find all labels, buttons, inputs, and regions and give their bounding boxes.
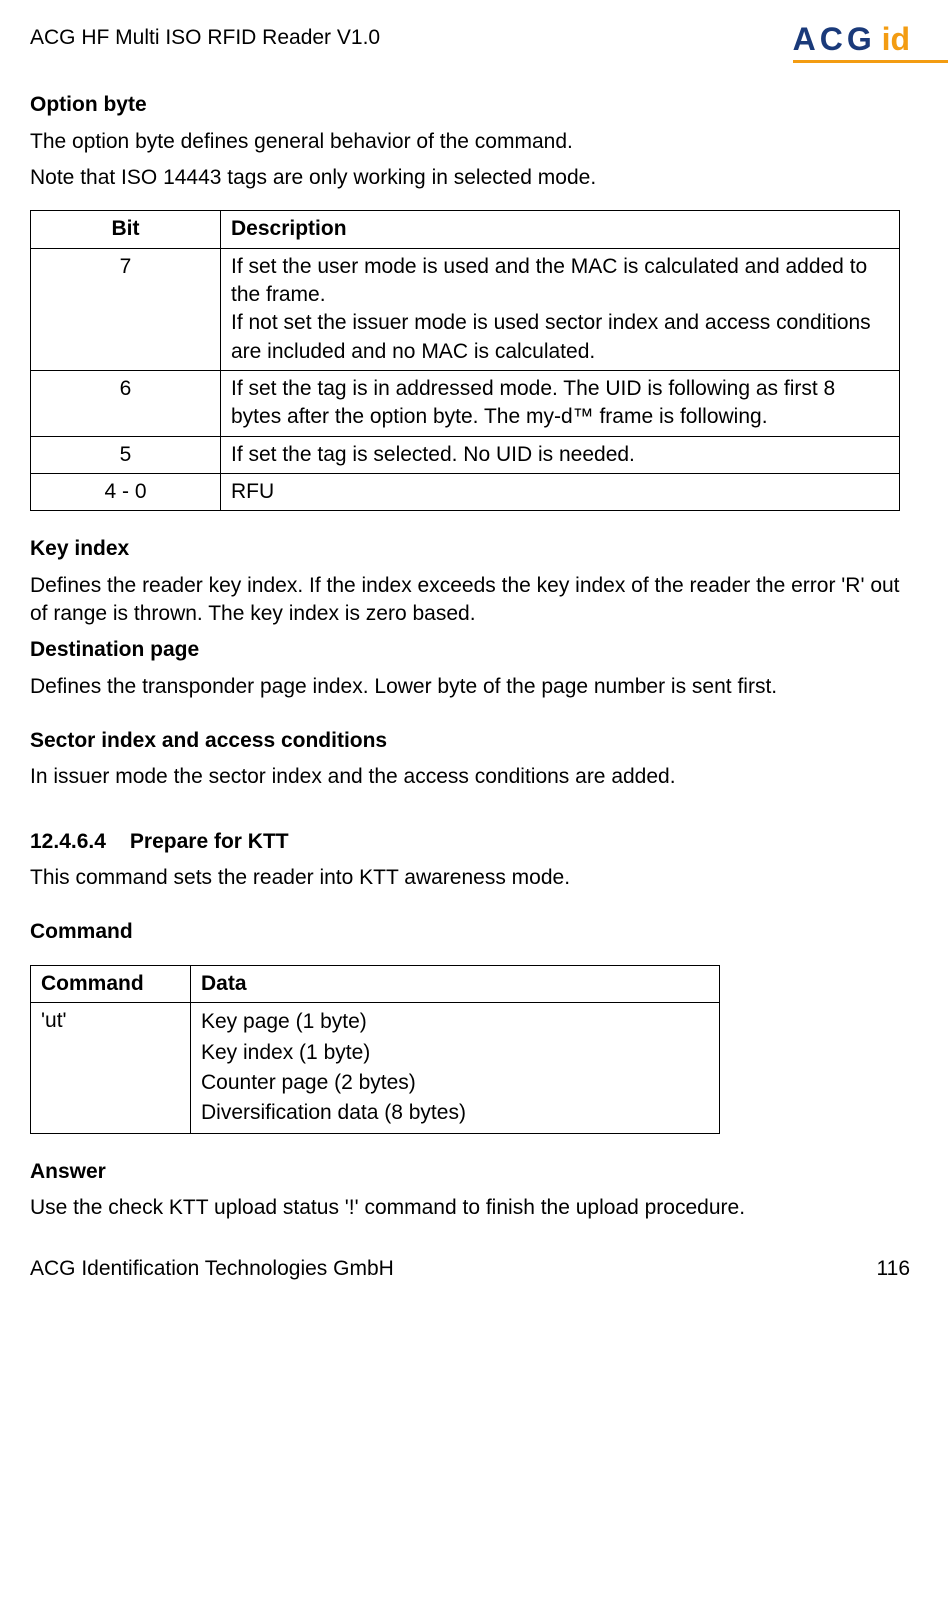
- sector-p: In issuer mode the sector index and the …: [30, 763, 910, 791]
- table-row: 4 - 0 RFU: [31, 473, 900, 510]
- command-heading: Command: [30, 918, 910, 946]
- page-footer: ACG Identification Technologies GmbH 116: [30, 1255, 910, 1283]
- option-byte-heading: Option byte: [30, 91, 910, 119]
- th-description: Description: [221, 211, 900, 248]
- data-cell: Key page (1 byte) Key index (1 byte) Cou…: [191, 1003, 720, 1134]
- desc-cell: If set the user mode is used and the MAC…: [221, 248, 900, 370]
- option-byte-p1: The option byte defines general behavior…: [30, 128, 910, 156]
- table-row: 6 If set the tag is in addressed mode. T…: [31, 370, 900, 436]
- key-index-heading: Key index: [30, 535, 910, 563]
- destination-page-heading: Destination page: [30, 636, 910, 664]
- prepare-ktt-heading-row: 12.4.6.4 Prepare for KTT: [30, 828, 910, 856]
- page-header: ACG HF Multi ISO RFID Reader V1.0 ACG id: [30, 18, 910, 61]
- logo-underline: [793, 60, 948, 63]
- cmd-cell: 'ut': [31, 1003, 191, 1134]
- table-row: 7 If set the user mode is used and the M…: [31, 248, 900, 370]
- data-line: Key page (1 byte): [201, 1007, 709, 1037]
- sector-heading: Sector index and access conditions: [30, 727, 910, 755]
- table-header-row: Command Data: [31, 965, 720, 1002]
- logo-text-id: id: [882, 21, 910, 57]
- logo: ACG id: [793, 18, 910, 61]
- table-row: 'ut' Key page (1 byte) Key index (1 byte…: [31, 1003, 720, 1134]
- desc-cell: If set the tag is selected. No UID is ne…: [221, 436, 900, 473]
- answer-heading: Answer: [30, 1158, 910, 1186]
- prepare-ktt-num: 12.4.6.4: [30, 828, 106, 856]
- logo-text-acg: ACG: [793, 21, 876, 57]
- th-bit: Bit: [31, 211, 221, 248]
- data-line: Key index (1 byte): [201, 1038, 709, 1068]
- th-data: Data: [191, 965, 720, 1002]
- th-command: Command: [31, 965, 191, 1002]
- document-title: ACG HF Multi ISO RFID Reader V1.0: [30, 18, 380, 52]
- desc-cell: RFU: [221, 473, 900, 510]
- table-header-row: Bit Description: [31, 211, 900, 248]
- option-byte-table: Bit Description 7 If set the user mode i…: [30, 210, 900, 511]
- bit-cell: 4 - 0: [31, 473, 221, 510]
- bit-cell: 7: [31, 248, 221, 370]
- bit-cell: 6: [31, 370, 221, 436]
- footer-page-number: 116: [877, 1255, 910, 1283]
- data-line: Counter page (2 bytes): [201, 1068, 709, 1098]
- table-row: 5 If set the tag is selected. No UID is …: [31, 436, 900, 473]
- answer-p: Use the check KTT upload status '!' comm…: [30, 1194, 910, 1222]
- destination-page-p: Defines the transponder page index. Lowe…: [30, 673, 910, 701]
- footer-company: ACG Identification Technologies GmbH: [30, 1255, 394, 1283]
- option-byte-p2: Note that ISO 14443 tags are only workin…: [30, 164, 910, 192]
- command-table: Command Data 'ut' Key page (1 byte) Key …: [30, 965, 720, 1134]
- desc-cell: If set the tag is in addressed mode. The…: [221, 370, 900, 436]
- data-line: Diversification data (8 bytes): [201, 1098, 709, 1128]
- key-index-p: Defines the reader key index. If the ind…: [30, 572, 910, 629]
- prepare-ktt-p: This command sets the reader into KTT aw…: [30, 864, 910, 892]
- prepare-ktt-title: Prepare for KTT: [130, 828, 289, 856]
- bit-cell: 5: [31, 436, 221, 473]
